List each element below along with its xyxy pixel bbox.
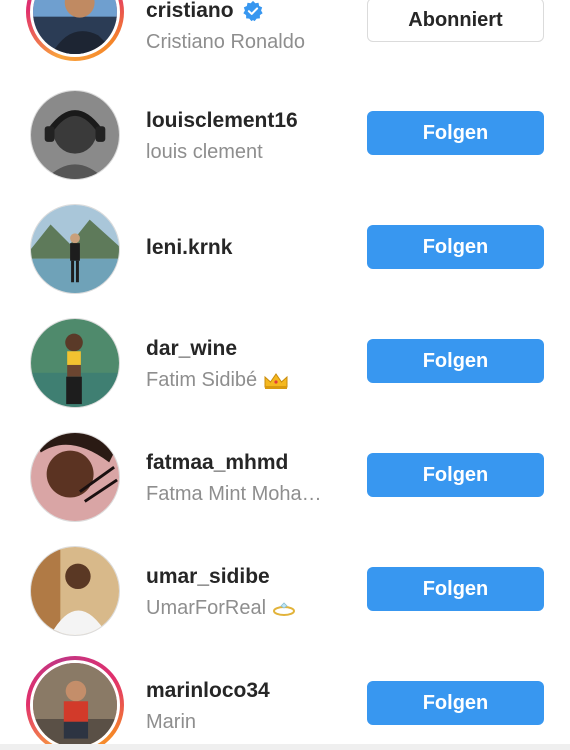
account-row-dar-wine[interactable]: dar_wine Fatim Sidibé Folgen: [0, 305, 570, 419]
avatar[interactable]: [30, 204, 120, 294]
username[interactable]: leni.krnk: [146, 235, 346, 261]
username-text[interactable]: cristiano: [146, 0, 234, 24]
full-name: Marin: [146, 711, 197, 733]
crown-emoji-icon: [264, 372, 288, 389]
username[interactable]: fatmaa_mhmd: [146, 450, 346, 476]
full-name: louis clement: [146, 141, 263, 163]
follow-button[interactable]: Folgen: [367, 339, 544, 383]
avatar-photo-icon: [33, 663, 117, 747]
full-name: Cristiano Ronaldo: [146, 31, 305, 53]
username[interactable]: louisclement16: [146, 108, 346, 134]
username[interactable]: marinloco34: [146, 678, 346, 704]
avatar-photo-icon: [31, 205, 119, 293]
avatar[interactable]: [30, 90, 120, 180]
full-name: Fatma Mint Moha…: [146, 483, 322, 505]
avatar-photo-icon: [31, 91, 119, 179]
avatar-image: [31, 91, 119, 179]
follow-button[interactable]: Folgen: [367, 681, 544, 725]
account-names: umar_sidibe UmarForReal: [146, 564, 346, 622]
account-row-leni-krnk[interactable]: leni.krnk Folgen: [0, 191, 570, 305]
avatar[interactable]: [30, 546, 120, 636]
full-name-text: UmarForReal: [146, 597, 267, 619]
username-text[interactable]: marinloco34: [146, 678, 270, 704]
account-row-louisclement16[interactable]: louisclement16 louis clement Folgen: [0, 77, 570, 191]
story-ring[interactable]: [26, 0, 124, 61]
avatar-image: [31, 433, 119, 521]
username-text[interactable]: fatmaa_mhmd: [146, 450, 288, 476]
username-text[interactable]: leni.krnk: [146, 235, 232, 261]
avatar[interactable]: [30, 0, 120, 57]
username[interactable]: cristiano: [146, 0, 346, 24]
account-row-umar-sidibe[interactable]: umar_sidibe UmarForReal Folgen: [0, 533, 570, 647]
subscribed-button[interactable]: Abonniert: [367, 0, 544, 42]
full-name: Fatim Sidibé: [146, 366, 346, 394]
avatar[interactable]: [30, 318, 120, 408]
bottom-divider: [0, 744, 570, 750]
full-name-text: Fatim Sidibé: [146, 369, 258, 391]
avatar-photo-icon: [31, 547, 119, 635]
follow-button[interactable]: Folgen: [367, 453, 544, 497]
username[interactable]: dar_wine: [146, 336, 346, 362]
verified-badge-icon: [242, 0, 263, 22]
avatar-photo-icon: [31, 319, 119, 407]
account-names: dar_wine Fatim Sidibé: [146, 336, 346, 394]
avatar[interactable]: [30, 660, 120, 750]
ring-emoji-icon: [273, 602, 296, 616]
username[interactable]: umar_sidibe: [146, 564, 346, 590]
username-text[interactable]: umar_sidibe: [146, 564, 270, 590]
account-names: marinloco34 Marin: [146, 678, 346, 736]
avatar-image: [31, 547, 119, 635]
story-ring[interactable]: [26, 656, 124, 750]
username-text[interactable]: louisclement16: [146, 108, 298, 134]
full-name: UmarForReal: [146, 594, 346, 622]
avatar-image: [31, 205, 119, 293]
account-row-cristiano[interactable]: cristiano Cristiano Ronaldo Abonniert: [0, 0, 570, 68]
avatar-photo-icon: [31, 433, 119, 521]
follow-button[interactable]: Folgen: [367, 225, 544, 269]
follow-button[interactable]: Folgen: [367, 567, 544, 611]
account-names: fatmaa_mhmd Fatma Mint Moha…: [146, 450, 346, 508]
username-text[interactable]: dar_wine: [146, 336, 237, 362]
account-names: cristiano Cristiano Ronaldo: [146, 0, 346, 56]
account-row-fatmaa-mhmd[interactable]: fatmaa_mhmd Fatma Mint Moha… Folgen: [0, 419, 570, 533]
account-row-marinloco34[interactable]: marinloco34 Marin Folgen: [0, 647, 570, 750]
account-names: leni.krnk: [146, 235, 346, 261]
account-names: louisclement16 louis clement: [146, 108, 346, 166]
avatar-photo-icon: [33, 0, 117, 54]
follow-button[interactable]: Folgen: [367, 111, 544, 155]
suggested-accounts-list: cristiano Cristiano Ronaldo Abonniert lo…: [0, 0, 570, 750]
avatar-image: [31, 319, 119, 407]
avatar[interactable]: [30, 432, 120, 522]
